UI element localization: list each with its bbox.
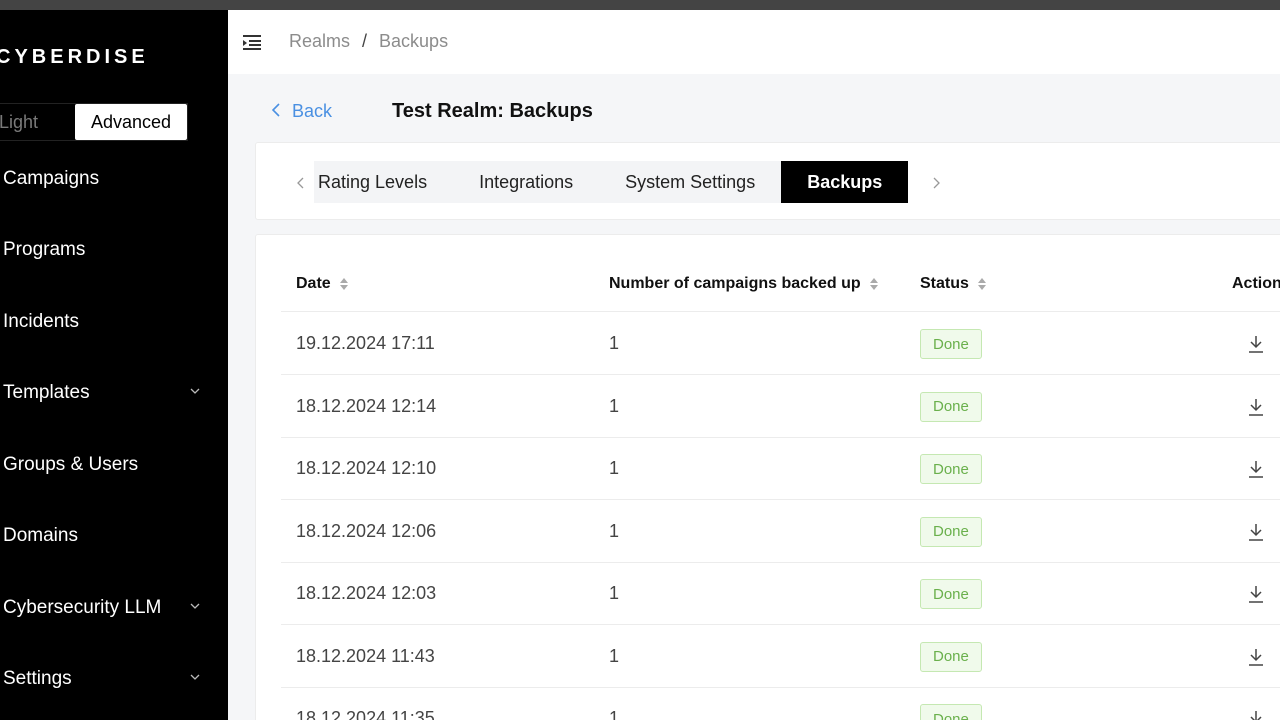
download-icon[interactable] [1246, 647, 1266, 667]
table-row: 18.12.2024 12:06 1 Done [281, 500, 1280, 563]
chevron-left-icon [271, 101, 280, 122]
mode-light-button[interactable]: Light [0, 104, 75, 140]
tabs-card: Rating Levels Integrations System Settings… [255, 142, 1280, 220]
sidebar-item-2[interactable]: Incidents [0, 299, 228, 345]
sort-icon[interactable] [869, 277, 879, 291]
column-header-date[interactable]: Date [296, 275, 349, 293]
sidebar-item-label: Templates [3, 382, 90, 403]
backup-date: 18.12.2024 11:35 [296, 708, 435, 720]
sidebar-item-label: Programs [3, 239, 86, 260]
sort-icon[interactable] [977, 277, 987, 291]
sidebar-item-label: Campaigns [3, 168, 100, 189]
table-row: 18.12.2024 11:35 1 Done [281, 687, 1280, 720]
backups-table: Date Number of campaigns backed up Statu… [255, 234, 1280, 720]
sidebar-item-1[interactable]: Programs [0, 227, 228, 273]
sidebar-item-5[interactable]: Domains [0, 513, 228, 559]
breadcrumb-item-backups: Backups [379, 31, 449, 51]
chevron-down-icon [190, 672, 200, 682]
backup-date: 18.12.2024 12:03 [296, 583, 437, 603]
download-icon[interactable] [1246, 522, 1266, 542]
column-header-status[interactable]: Status [920, 275, 987, 293]
mode-advanced-button[interactable]: Advanced [75, 104, 187, 140]
table-row: 18.12.2024 12:10 1 Done [281, 437, 1280, 500]
download-icon[interactable] [1246, 397, 1266, 417]
backup-date: 18.12.2024 11:43 [296, 645, 435, 666]
tabs-scroll-left-icon[interactable] [296, 176, 306, 190]
backup-date: 18.12.2024 12:14 [296, 395, 437, 416]
status-badge: Done [920, 516, 982, 547]
sort-icon[interactable] [339, 277, 349, 291]
page-title: Test Realm: Backups [392, 100, 593, 122]
sidebar-item-6[interactable]: Cybersecurity LLM [0, 585, 228, 631]
table-row: 18.12.2024 12:14 1 Done [281, 375, 1280, 438]
chevron-down-icon [190, 386, 200, 396]
download-icon[interactable] [1246, 584, 1266, 604]
sidebar-item-label: Settings [3, 668, 72, 689]
table-row: 18.12.2024 11:43 1 Done [281, 625, 1280, 688]
column-header-actions: Actions [1232, 275, 1280, 293]
campaign-count: 1 [609, 520, 620, 541]
sidebar-item-label: Incidents [3, 311, 80, 332]
campaign-count: 1 [609, 333, 620, 353]
collapse-menu-icon[interactable] [242, 32, 262, 52]
sidebar-item-0[interactable]: Campaigns [0, 156, 228, 202]
breadcrumb-item-realms[interactable]: Realms [289, 31, 350, 52]
column-header-label: Status [920, 275, 969, 292]
mode-toggle: Light Advanced [0, 103, 188, 141]
tab-1[interactable]: Integrations [453, 161, 599, 203]
table-row: 18.12.2024 12:03 1 Done [281, 562, 1280, 625]
window-top-strip [0, 0, 1280, 10]
sidebar-item-label: Groups & Users [3, 454, 139, 475]
tab-3[interactable]: Backups [781, 161, 909, 203]
column-header-label: Number of campaigns backed up [609, 275, 861, 292]
back-label: Back [292, 101, 333, 121]
campaign-count: 1 [609, 645, 620, 666]
tab-2[interactable]: System Settings [599, 161, 781, 203]
chevron-down-icon [190, 601, 200, 611]
status-badge: Done [920, 641, 982, 672]
table-row: 19.12.2024 17:11 1 Done [281, 312, 1280, 375]
breadcrumb: Realms / Backups [289, 31, 448, 52]
campaign-count: 1 [609, 458, 620, 478]
sidebar-item-7[interactable]: Settings [0, 656, 228, 702]
column-header-campaigns-count[interactable]: Number of campaigns backed up [609, 275, 879, 293]
backup-date: 19.12.2024 17:11 [296, 333, 435, 353]
top-header: Realms / Backups [228, 10, 1280, 74]
campaign-count: 1 [609, 583, 620, 603]
app-logo: CYBERDISE [0, 46, 149, 68]
status-badge: Done [920, 329, 982, 359]
download-icon[interactable] [1246, 709, 1266, 720]
campaign-count: 1 [609, 708, 620, 720]
campaign-count: 1 [609, 395, 620, 416]
breadcrumb-separator: / [362, 31, 368, 51]
tab-0[interactable]: Rating Levels [314, 161, 453, 203]
sidebar-item-4[interactable]: Groups & Users [0, 442, 228, 488]
sidebar-item-label: Domains [3, 525, 78, 546]
download-icon[interactable] [1246, 334, 1266, 354]
backup-date: 18.12.2024 12:10 [296, 458, 437, 478]
status-badge: Done [920, 454, 982, 484]
status-badge: Done [920, 704, 982, 720]
column-header-label: Actions [1232, 275, 1280, 292]
tab-list: Rating Levels Integrations System Settings… [314, 161, 909, 203]
tabs-scroll-right-icon[interactable] [931, 176, 941, 190]
sidebar-item-3[interactable]: Templates [0, 370, 228, 416]
sidebar: CYBERDISE Light Advanced Campaigns Progra… [0, 10, 228, 720]
backup-date: 18.12.2024 12:06 [296, 520, 437, 541]
back-link[interactable]: Back [271, 101, 333, 122]
status-badge: Done [920, 391, 982, 422]
status-badge: Done [920, 579, 982, 609]
download-icon[interactable] [1246, 459, 1266, 479]
column-header-label: Date [296, 275, 331, 292]
sidebar-item-label: Cybersecurity LLM [3, 597, 162, 618]
